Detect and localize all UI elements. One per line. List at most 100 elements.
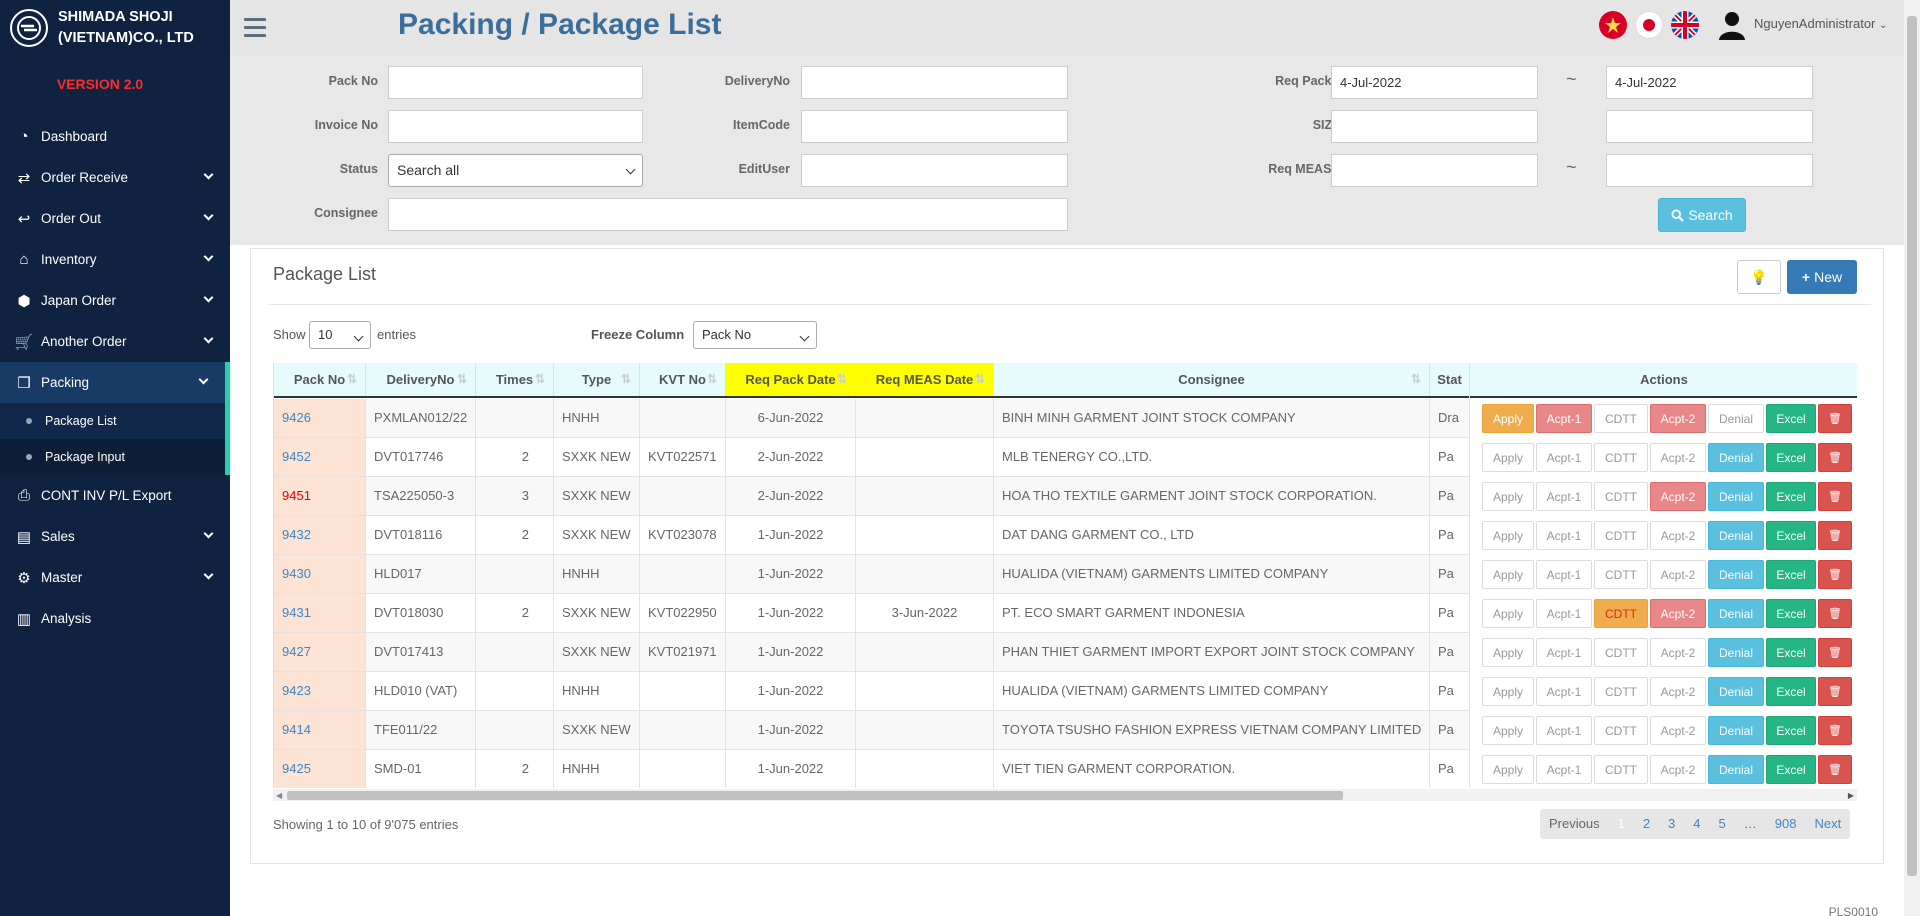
flag-vietnam-icon[interactable] xyxy=(1599,11,1627,39)
excel-button[interactable]: Excel xyxy=(1766,755,1816,784)
sort-icon[interactable]: ⇅ xyxy=(975,363,985,396)
cell-pack-no[interactable]: 9427 xyxy=(274,633,366,671)
req-pack-date-from-input[interactable]: 4-Jul-2022 xyxy=(1331,66,1538,99)
delete-button[interactable]: 🗑 xyxy=(1818,482,1852,511)
excel-button[interactable]: Excel xyxy=(1766,599,1816,628)
column-header-deliveryno[interactable]: DeliveryNo ⇅ xyxy=(366,363,476,396)
page-4-button[interactable]: 4 xyxy=(1684,809,1709,839)
previous-page-button[interactable]: Previous xyxy=(1540,809,1609,839)
accept-2-button[interactable]: Acpt-2 xyxy=(1650,755,1706,784)
accept-2-button[interactable]: Acpt-2 xyxy=(1650,521,1706,550)
brand[interactable]: SHIMADA SHOJI (VIETNAM)CO., LTD xyxy=(0,0,230,62)
sort-icon[interactable]: ⇅ xyxy=(621,363,631,396)
denial-button[interactable]: Denial xyxy=(1708,443,1764,472)
menu-toggle-icon[interactable] xyxy=(244,18,266,38)
cell-pack-no[interactable]: 9423 xyxy=(274,672,366,710)
cell-pack-no[interactable]: 9430 xyxy=(274,555,366,593)
apply-button[interactable]: Apply xyxy=(1482,560,1534,589)
tips-button[interactable]: 💡 xyxy=(1737,260,1781,294)
denial-button[interactable]: Denial xyxy=(1708,404,1764,433)
excel-button[interactable]: Excel xyxy=(1766,482,1816,511)
excel-button[interactable]: Excel xyxy=(1766,404,1816,433)
sort-icon[interactable]: ⇅ xyxy=(535,363,545,396)
accept-2-button[interactable]: Acpt-2 xyxy=(1650,482,1706,511)
sidebar-item-another-order[interactable]: 🛒 Another Order xyxy=(0,321,230,362)
accept-1-button[interactable]: Acpt-1 xyxy=(1536,443,1592,472)
entries-per-page-select[interactable]: 10 xyxy=(309,321,371,349)
apply-button[interactable]: Apply xyxy=(1482,716,1534,745)
denial-button[interactable]: Denial xyxy=(1708,677,1764,706)
sidebar-item-master[interactable]: ⚙ Master xyxy=(0,557,230,598)
sidebar-item-packing[interactable]: ❒ Packing xyxy=(0,362,230,403)
req-pack-date-to-input[interactable]: 4-Jul-2022 xyxy=(1606,66,1813,99)
denial-button[interactable]: Denial xyxy=(1708,599,1764,628)
pack-no-input[interactable] xyxy=(388,66,643,99)
siz-col-from-input[interactable] xyxy=(1331,110,1538,143)
next-page-button[interactable]: Next xyxy=(1805,809,1850,839)
accept-1-button[interactable]: Acpt-1 xyxy=(1536,638,1592,667)
page-5-button[interactable]: 5 xyxy=(1710,809,1735,839)
page-908-button[interactable]: 908 xyxy=(1766,809,1806,839)
page-1-button[interactable]: 1 xyxy=(1609,809,1634,839)
cell-pack-no[interactable]: 9431 xyxy=(274,594,366,632)
sidebar-subitem-package-list[interactable]: Package List xyxy=(0,403,230,439)
denial-button[interactable]: Denial xyxy=(1708,716,1764,745)
sort-icon[interactable]: ⇅ xyxy=(457,363,467,396)
scrollbar-thumb[interactable] xyxy=(287,791,1343,800)
cdtt-button[interactable]: CDTT xyxy=(1594,755,1648,784)
delete-button[interactable]: 🗑 xyxy=(1818,716,1852,745)
sidebar-item-japan-order[interactable]: ⬢ Japan Order xyxy=(0,280,230,321)
excel-button[interactable]: Excel xyxy=(1766,521,1816,550)
accept-2-button[interactable]: Acpt-2 xyxy=(1650,599,1706,628)
denial-button[interactable]: Denial xyxy=(1708,560,1764,589)
cdtt-button[interactable]: CDTT xyxy=(1594,404,1648,433)
excel-button[interactable]: Excel xyxy=(1766,677,1816,706)
sidebar-item-analysis[interactable]: ▥ Analysis xyxy=(0,598,230,639)
delete-button[interactable]: 🗑 xyxy=(1818,677,1852,706)
table-horizontal-scrollbar[interactable]: ◀ ▶ xyxy=(273,789,1857,801)
page-2-button[interactable]: 2 xyxy=(1634,809,1659,839)
column-header-req-pack-date[interactable]: Req Pack Date ⇅ xyxy=(726,363,856,396)
cell-pack-no[interactable]: 9452 xyxy=(274,438,366,476)
accept-2-button[interactable]: Acpt-2 xyxy=(1650,560,1706,589)
denial-button[interactable]: Denial xyxy=(1708,482,1764,511)
consignee-input[interactable] xyxy=(388,198,1068,231)
invoice-no-input[interactable] xyxy=(388,110,643,143)
column-header-req-meas-date[interactable]: Req MEAS Date ⇅ xyxy=(856,363,994,396)
column-header-consignee[interactable]: Consignee ⇅ xyxy=(994,363,1430,396)
denial-button[interactable]: Denial xyxy=(1708,521,1764,550)
sort-icon[interactable]: ⇅ xyxy=(1411,363,1421,396)
excel-button[interactable]: Excel xyxy=(1766,716,1816,745)
item-code-input[interactable] xyxy=(801,110,1068,143)
cell-pack-no[interactable]: 9451 xyxy=(274,477,366,515)
cdtt-button[interactable]: CDTT xyxy=(1594,560,1648,589)
accept-1-button[interactable]: Acpt-1 xyxy=(1536,404,1592,433)
denial-button[interactable]: Denial xyxy=(1708,755,1764,784)
flag-japan-icon[interactable] xyxy=(1635,11,1663,39)
column-header-type[interactable]: Type ⇅ xyxy=(554,363,640,396)
sidebar-item-inventory[interactable]: ⌂ Inventory xyxy=(0,239,230,280)
status-select[interactable]: Search all xyxy=(388,154,643,187)
apply-button[interactable]: Apply xyxy=(1482,677,1534,706)
freeze-column-select[interactable]: Pack No xyxy=(693,321,817,349)
siz-col-to-input[interactable] xyxy=(1606,110,1813,143)
apply-button[interactable]: Apply xyxy=(1482,638,1534,667)
delivery-no-input[interactable] xyxy=(801,66,1068,99)
accept-2-button[interactable]: Acpt-2 xyxy=(1650,677,1706,706)
cell-pack-no[interactable]: 9414 xyxy=(274,711,366,749)
cdtt-button[interactable]: CDTT xyxy=(1594,521,1648,550)
cdtt-button[interactable]: CDTT xyxy=(1594,482,1648,511)
accept-1-button[interactable]: Acpt-1 xyxy=(1536,677,1592,706)
apply-button[interactable]: Apply xyxy=(1482,482,1534,511)
delete-button[interactable]: 🗑 xyxy=(1818,521,1852,550)
scrollbar-thumb[interactable] xyxy=(1907,16,1917,876)
apply-button[interactable]: Apply xyxy=(1482,443,1534,472)
flag-uk-icon[interactable] xyxy=(1671,11,1699,39)
page-vertical-scrollbar[interactable] xyxy=(1904,0,1920,916)
cdtt-button[interactable]: CDTT xyxy=(1594,716,1648,745)
sidebar-subitem-package-input[interactable]: Package Input xyxy=(0,439,230,475)
cdtt-button[interactable]: CDTT xyxy=(1594,443,1648,472)
apply-button[interactable]: Apply xyxy=(1482,404,1534,433)
denial-button[interactable]: Denial xyxy=(1708,638,1764,667)
edit-user-input[interactable] xyxy=(801,154,1068,187)
